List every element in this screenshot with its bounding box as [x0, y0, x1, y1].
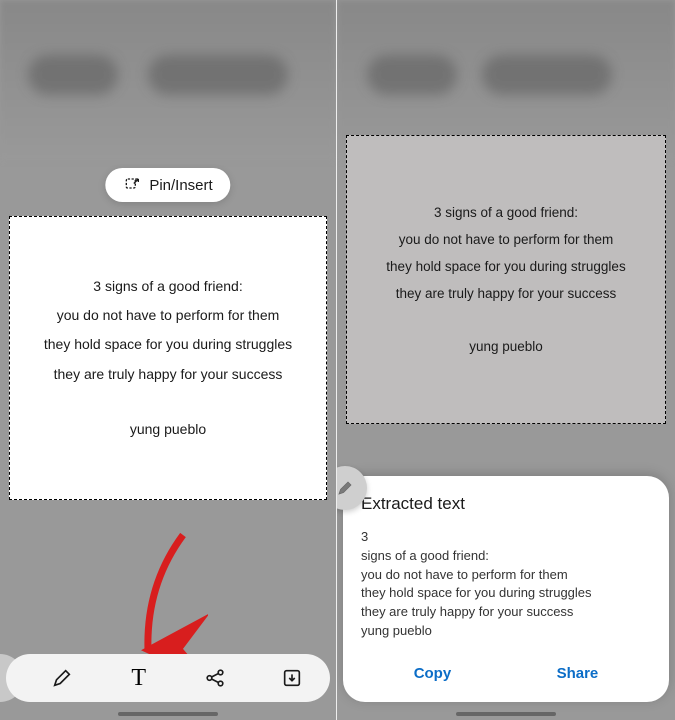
text-line: you do not have to perform for them: [361, 566, 651, 585]
edit-fab[interactable]: [337, 466, 367, 510]
blur-blob: [148, 55, 288, 95]
draw-button[interactable]: [40, 656, 84, 700]
pin-insert-label: Pin/Insert: [149, 177, 212, 194]
quote-line: they hold space for you during struggles: [18, 330, 318, 359]
save-button[interactable]: [270, 656, 314, 700]
sheet-actions: Copy Share: [361, 657, 651, 690]
screenshot-toolbar: T: [0, 654, 330, 702]
quote-line: they are truly happy for your success: [18, 360, 318, 389]
sheet-title: Extracted text: [361, 494, 651, 514]
pencil-icon: [51, 667, 73, 689]
share-button[interactable]: [193, 656, 237, 700]
share-text-button[interactable]: Share: [541, 657, 615, 690]
quote-signature: yung pueblo: [18, 415, 318, 444]
extract-text-button[interactable]: T: [117, 656, 161, 700]
share-icon: [204, 667, 226, 689]
pin-insert-button[interactable]: Pin/Insert: [105, 168, 230, 202]
annotation-arrow: [128, 530, 208, 670]
screen-right: 3 signs of a good friend: you do not hav…: [337, 0, 675, 720]
nav-indicator: [456, 712, 556, 716]
text-line: they hold space for you during struggles: [361, 584, 651, 603]
text-line: signs of a good friend:: [361, 547, 651, 566]
download-icon: [281, 667, 303, 689]
quote-line: 3 signs of a good friend:: [18, 272, 318, 301]
quote-line: you do not have to perform for them: [18, 301, 318, 330]
pencil-icon: [337, 479, 354, 497]
copy-button[interactable]: Copy: [398, 657, 468, 690]
blur-blob: [482, 55, 612, 95]
selected-text-region[interactable]: 3 signs of a good friend: you do not hav…: [9, 216, 327, 500]
blur-blob: [28, 55, 118, 95]
text-line: yung pueblo: [361, 622, 651, 641]
quote-signature: yung pueblo: [355, 333, 657, 360]
pin-insert-icon: [123, 176, 141, 194]
extracted-text-content[interactable]: 3 signs of a good friend: you do not hav…: [361, 528, 651, 641]
screen-left: Pin/Insert 3 signs of a good friend: you…: [0, 0, 337, 720]
text-line: 3: [361, 528, 651, 547]
text-line: they are truly happy for your success: [361, 603, 651, 622]
text-icon: T: [131, 665, 146, 692]
nav-indicator: [118, 712, 218, 716]
extracted-text-sheet: Extracted text 3 signs of a good friend:…: [343, 476, 669, 702]
quote-line: you do not have to perform for them: [355, 226, 657, 253]
selected-text-region[interactable]: 3 signs of a good friend: you do not hav…: [346, 135, 666, 424]
quote-line: they hold space for you during struggles: [355, 253, 657, 280]
blur-blob: [367, 55, 457, 95]
quote-line: they are truly happy for your success: [355, 280, 657, 307]
quote-line: 3 signs of a good friend:: [355, 199, 657, 226]
